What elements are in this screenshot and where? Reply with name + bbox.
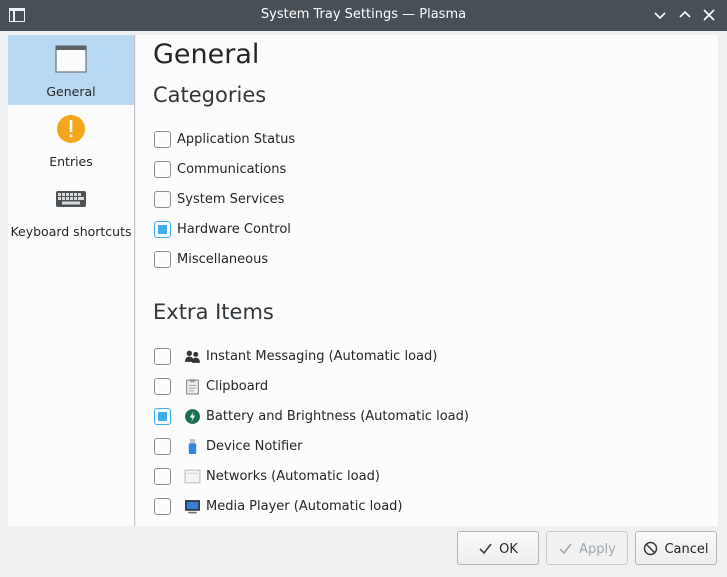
ok-button-label: OK bbox=[499, 542, 518, 557]
title-bar[interactable]: System Tray Settings — Plasma bbox=[0, 0, 727, 31]
checkbox[interactable] bbox=[154, 251, 171, 268]
checkbox-label: Application Status bbox=[177, 132, 296, 147]
media-player-icon bbox=[185, 500, 200, 514]
checkbox-label: Communications bbox=[177, 162, 287, 177]
cancel-icon bbox=[644, 541, 658, 556]
sidebar-item-general[interactable]: General bbox=[8, 35, 134, 105]
checkbox[interactable] bbox=[154, 161, 171, 178]
battery-icon bbox=[185, 409, 200, 424]
sidebar-item-label: Keyboard shortcuts bbox=[10, 224, 132, 239]
checkbox[interactable] bbox=[154, 378, 171, 395]
checkbox[interactable] bbox=[154, 438, 171, 455]
checkbox-label: Networks (Automatic load) bbox=[206, 469, 380, 484]
chevron-up-icon bbox=[679, 10, 691, 18]
contacts-icon bbox=[185, 350, 200, 363]
window-icon bbox=[55, 45, 87, 73]
warning-icon bbox=[57, 115, 85, 143]
categories-heading: Categories bbox=[153, 83, 267, 107]
sidebar-item-keyboard-shortcuts[interactable]: Keyboard shortcuts bbox=[8, 175, 134, 245]
checkbox-label: Device Notifier bbox=[206, 439, 303, 454]
clipboard-icon bbox=[186, 379, 199, 395]
checkbox[interactable] bbox=[154, 191, 171, 208]
checkbox-label: Miscellaneous bbox=[177, 252, 269, 267]
apply-button-label: Apply bbox=[579, 542, 616, 557]
checkmark-icon bbox=[479, 543, 492, 555]
checkbox[interactable] bbox=[154, 221, 171, 238]
window-title: System Tray Settings — Plasma bbox=[260, 7, 467, 22]
close-icon bbox=[703, 9, 715, 21]
checkbox-label: Instant Messaging (Automatic load) bbox=[206, 349, 438, 364]
extra-items-heading: Extra Items bbox=[153, 300, 274, 324]
checkmark-icon bbox=[559, 543, 572, 555]
cancel-button[interactable]: Cancel bbox=[635, 531, 717, 565]
sidebar-item-entries[interactable]: Entries bbox=[8, 105, 134, 175]
checkbox-label: Hardware Control bbox=[177, 222, 291, 237]
close-button[interactable] bbox=[699, 5, 719, 25]
settings-page: General Categories Application Status Co… bbox=[136, 35, 718, 526]
maximize-button[interactable] bbox=[675, 5, 695, 25]
sidebar-item-label: General bbox=[46, 84, 96, 99]
checkbox-label: Media Player (Automatic load) bbox=[206, 499, 403, 514]
checkbox[interactable] bbox=[154, 498, 171, 515]
sidebar-item-label: Entries bbox=[49, 154, 93, 169]
checkbox[interactable] bbox=[154, 468, 171, 485]
checkbox-label: System Services bbox=[177, 192, 285, 207]
chevron-down-icon bbox=[654, 12, 666, 20]
checkbox-label: Battery and Brightness (Automatic load) bbox=[206, 409, 469, 424]
checkbox[interactable] bbox=[154, 348, 171, 365]
checkbox[interactable] bbox=[154, 131, 171, 148]
ok-button[interactable]: OK bbox=[457, 531, 539, 565]
apply-button[interactable]: Apply bbox=[546, 531, 628, 565]
cancel-button-label: Cancel bbox=[664, 542, 709, 557]
checkbox-label: Clipboard bbox=[206, 379, 269, 394]
keyboard-icon bbox=[56, 191, 86, 207]
checkbox[interactable] bbox=[154, 408, 171, 425]
usb-device-icon bbox=[188, 439, 197, 454]
network-icon bbox=[184, 469, 201, 484]
page-title: General bbox=[153, 39, 260, 70]
minimize-button[interactable] bbox=[650, 5, 670, 25]
sidebar: General Entries Keyboard shortcuts bbox=[8, 35, 135, 526]
dialog-body: General Entries Keyboard shortcuts Gener… bbox=[0, 31, 727, 577]
